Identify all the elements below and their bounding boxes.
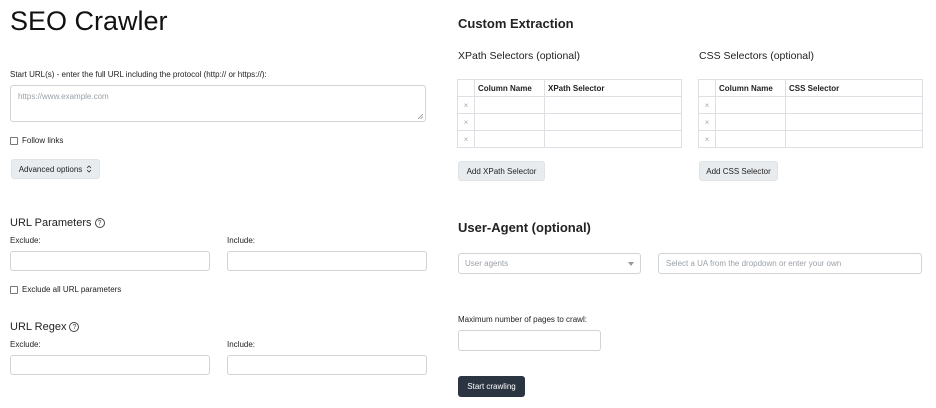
- column-name-cell[interactable]: [474, 96, 545, 114]
- url-regex-include-label: Include:: [227, 340, 256, 349]
- column-name-cell[interactable]: [715, 113, 786, 131]
- css-selector-cell[interactable]: [785, 130, 923, 148]
- table-row: ×: [457, 113, 682, 131]
- column-name-cell[interactable]: [474, 130, 545, 148]
- add-css-selector-button[interactable]: Add CSS Selector: [699, 161, 778, 181]
- exclude-all-checkbox[interactable]: [10, 285, 18, 294]
- url-params-include-label: Include:: [227, 236, 256, 245]
- follow-links-row: Follow links: [10, 136, 63, 145]
- table-row: ×: [457, 96, 682, 114]
- user-agent-input-placeholder: Select a UA from the dropdown or enter y…: [666, 259, 842, 268]
- url-regex-exclude-input[interactable]: [10, 355, 210, 375]
- add-xpath-selector-button[interactable]: Add XPath Selector: [458, 161, 545, 181]
- start-urls-label: Start URL(s) - enter the full URL includ…: [10, 70, 267, 79]
- start-crawling-button[interactable]: Start crawling: [458, 376, 525, 397]
- follow-links-checkbox[interactable]: [10, 136, 18, 145]
- max-pages-label: Maximum number of pages to crawl:: [458, 315, 587, 324]
- xpath-selectors-heading: XPath Selectors (optional): [458, 50, 580, 62]
- column-name-cell[interactable]: [715, 130, 786, 148]
- delete-row-icon[interactable]: ×: [698, 130, 716, 148]
- table-row: ×: [698, 130, 923, 148]
- user-agent-select-placeholder: User agents: [465, 259, 509, 268]
- follow-links-label: Follow links: [22, 136, 64, 145]
- exclude-all-row: Exclude all URL parameters: [10, 285, 121, 294]
- column-header: Column Name: [715, 79, 786, 97]
- url-regex-exclude-label: Exclude:: [10, 340, 41, 349]
- custom-extraction-heading: Custom Extraction: [458, 16, 574, 31]
- delete-row-icon[interactable]: ×: [457, 96, 475, 114]
- css-selectors-heading: CSS Selectors (optional): [699, 50, 814, 62]
- css-selectors-table: Column Name CSS Selector × × ×: [698, 79, 923, 148]
- url-regex-include-input[interactable]: [227, 355, 427, 375]
- help-icon[interactable]: ?: [69, 322, 80, 332]
- advanced-options-label: Advanced options: [18, 164, 83, 174]
- delete-row-icon[interactable]: ×: [698, 113, 716, 131]
- column-header: CSS Selector: [785, 79, 923, 97]
- start-urls-placeholder: https://www.example.com: [18, 92, 109, 101]
- table-row: ×: [457, 130, 682, 148]
- url-parameters-title: URL Parameters: [10, 217, 92, 229]
- column-header: Column Name: [474, 79, 545, 97]
- xpath-selector-cell[interactable]: [544, 96, 682, 114]
- table-row: ×: [698, 96, 923, 114]
- column-name-cell[interactable]: [715, 96, 786, 114]
- caret-down-icon: [628, 261, 634, 266]
- page-title: SEO Crawler: [10, 6, 168, 36]
- css-selector-cell[interactable]: [785, 96, 923, 114]
- url-regex-heading: URL Regex ?: [10, 321, 80, 333]
- xpath-selector-cell[interactable]: [544, 130, 682, 148]
- delete-row-icon[interactable]: ×: [457, 130, 475, 148]
- exclude-all-label: Exclude all URL parameters: [22, 285, 122, 294]
- url-params-include-input[interactable]: [227, 251, 427, 271]
- xpath-selector-cell[interactable]: [544, 113, 682, 131]
- url-params-exclude-input[interactable]: [10, 251, 210, 271]
- user-agent-select[interactable]: User agents: [458, 253, 641, 274]
- user-agent-heading: User-Agent (optional): [458, 220, 591, 235]
- chevron-updown-icon: [87, 165, 92, 173]
- delete-row-icon[interactable]: ×: [698, 96, 716, 114]
- xpath-selectors-table: Column Name XPath Selector × × ×: [457, 79, 682, 148]
- column-header: XPath Selector: [544, 79, 682, 97]
- start-urls-textarea[interactable]: https://www.example.com: [10, 85, 426, 122]
- resize-handle-icon[interactable]: [417, 113, 423, 119]
- help-icon[interactable]: ?: [94, 218, 105, 228]
- table-row: ×: [698, 113, 923, 131]
- table-header-row: Column Name CSS Selector: [698, 79, 923, 97]
- max-pages-input[interactable]: [458, 330, 601, 351]
- url-regex-title: URL Regex: [10, 321, 67, 333]
- url-params-exclude-label: Exclude:: [10, 236, 41, 245]
- column-name-cell[interactable]: [474, 113, 545, 131]
- table-header-row: Column Name XPath Selector: [457, 79, 682, 97]
- css-selector-cell[interactable]: [785, 113, 923, 131]
- delete-row-icon[interactable]: ×: [457, 113, 475, 131]
- user-agent-input[interactable]: Select a UA from the dropdown or enter y…: [658, 253, 922, 274]
- url-parameters-heading: URL Parameters ?: [10, 217, 105, 229]
- advanced-options-button[interactable]: Advanced options: [11, 159, 100, 179]
